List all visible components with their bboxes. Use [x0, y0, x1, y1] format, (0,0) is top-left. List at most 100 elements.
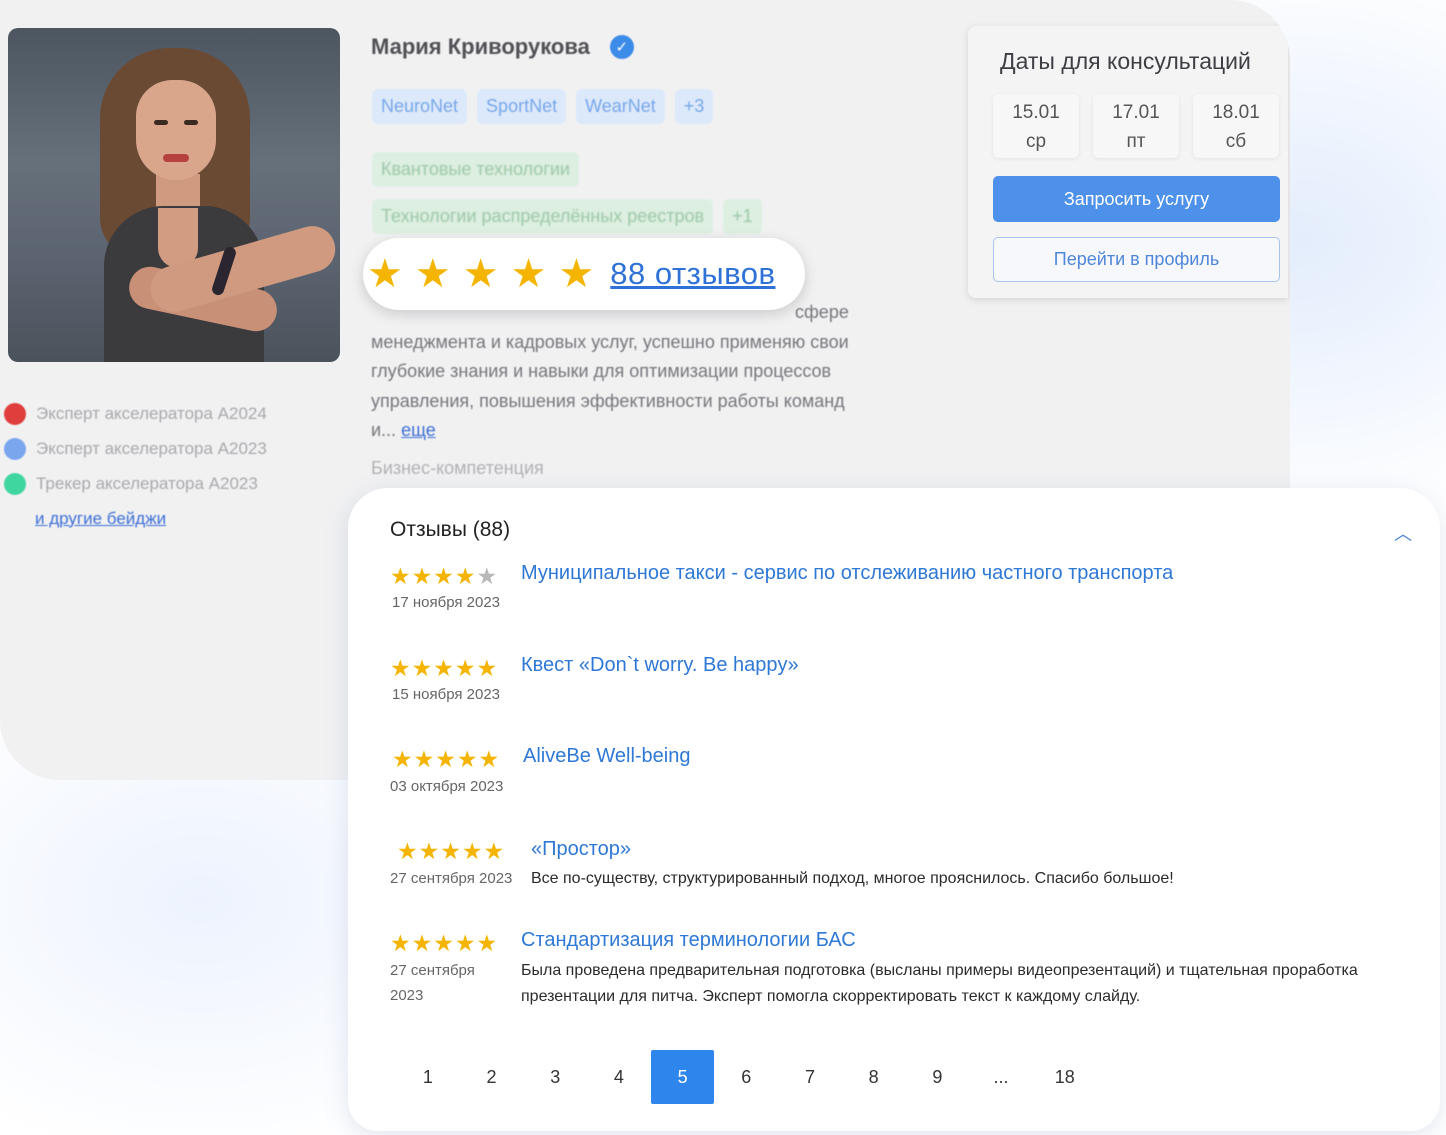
- star-filled-icon: ★: [390, 655, 411, 681]
- verified-icon: ✓: [609, 35, 634, 59]
- page-ellipsis: ...: [993, 1066, 1009, 1087]
- review-date: 15 ноября 2023: [392, 686, 501, 703]
- page-button[interactable]: 6: [714, 1050, 778, 1104]
- star-filled-icon: ★: [397, 838, 418, 864]
- star-filled-icon: ★: [476, 655, 498, 681]
- page-button[interactable]: 2: [460, 1050, 524, 1104]
- tag[interactable]: Квантовые технологии: [372, 152, 579, 187]
- expert-photo: [8, 28, 340, 362]
- page-button[interactable]: 8: [842, 1050, 906, 1104]
- star-filled-icon: ★: [411, 655, 433, 681]
- star-filled-icon: ★: [476, 930, 498, 956]
- description-more-link[interactable]: еще: [401, 420, 436, 440]
- tag[interactable]: SportNet: [477, 89, 567, 124]
- review-stars: ★ ★ ★ ★ ★: [390, 564, 497, 588]
- tag[interactable]: Технологии распределённых реестров: [372, 199, 714, 234]
- tags-blue: NeuroNet SportNet WearNet +3: [372, 89, 714, 124]
- star-filled-icon: ★: [461, 838, 483, 864]
- star-filled-icon: ★: [433, 655, 454, 681]
- review-stars: ★ ★ ★ ★ ★: [390, 656, 497, 680]
- tag-more[interactable]: +1: [723, 199, 762, 234]
- star-filled-icon: ★: [454, 655, 476, 681]
- review-date: 27 сентября 2023: [390, 870, 513, 887]
- description-line: менеджмента и кадровых услуг, успешно пр…: [371, 331, 849, 352]
- star-filled-icon: ★: [433, 930, 454, 956]
- review-title-link[interactable]: AliveBe Well-being: [523, 745, 691, 768]
- star-filled-icon: ★: [392, 746, 413, 772]
- reviews-title: Отзывы (88): [390, 518, 511, 541]
- go-to-profile-button[interactable]: Перейти в профиль: [993, 237, 1280, 282]
- review-date: 03 октября 2023: [390, 778, 504, 795]
- page-button[interactable]: 3: [523, 1050, 587, 1104]
- request-service-button[interactable]: Запросить услугу: [993, 176, 1280, 222]
- date-option[interactable]: 18.01 сб: [1193, 94, 1279, 158]
- star-filled-icon: ★: [390, 930, 411, 956]
- page-button[interactable]: 1: [396, 1050, 460, 1104]
- page-button[interactable]: 18: [1033, 1050, 1097, 1104]
- star-icon: ★: [558, 252, 595, 296]
- star-icon: ★: [510, 252, 547, 296]
- star-filled-icon: ★: [435, 746, 456, 772]
- rating-highlight: ★ ★ ★ ★ ★ 88 отзывов: [363, 238, 805, 310]
- pagination: 1 2 3 4 5 6 7 8 9 ... 18: [396, 1050, 1097, 1104]
- page-button[interactable]: 9: [906, 1050, 970, 1104]
- badge-dot-red: [4, 402, 26, 425]
- page-button[interactable]: 4: [587, 1050, 651, 1104]
- star-filled-icon: ★: [456, 746, 478, 772]
- date-value: 18.01: [1212, 102, 1260, 123]
- review-date-line: 2023: [390, 987, 424, 1004]
- review-stars: ★ ★ ★ ★ ★: [392, 747, 499, 771]
- review-date-line: 27 сентября: [390, 962, 475, 979]
- star-icon: ★: [367, 252, 403, 296]
- expert-name-row: Мария Криворукова ✓: [371, 34, 634, 60]
- reviews-panel: Отзывы (88) ︿ ★ ★ ★ ★ ★ Муниципальное такси …: [348, 488, 1440, 1131]
- badge-item: Эксперт акселератора А2023: [4, 431, 267, 466]
- star-empty-icon: ★: [476, 563, 498, 589]
- tags-green: Квантовые технологии Технологии распреде…: [372, 152, 762, 246]
- review-text-line: Была проведена предварительная подготовк…: [521, 962, 1358, 979]
- tag-more[interactable]: +3: [674, 89, 714, 124]
- review-title-link[interactable]: Стандартизация терминологии БАС: [521, 929, 856, 952]
- review-stars: ★ ★ ★ ★ ★: [397, 839, 504, 863]
- review-date: 27 сентября 2023: [390, 958, 475, 1008]
- star-filled-icon: ★: [454, 930, 476, 956]
- reviews-count-link[interactable]: 88 отзывов: [610, 256, 775, 292]
- star-filled-icon: ★: [418, 838, 440, 864]
- star-filled-icon: ★: [478, 746, 500, 772]
- more-badges-link[interactable]: и другие бейджи: [35, 509, 166, 529]
- review-title-link[interactable]: Муниципальное такси - сервис по отслежив…: [521, 562, 1173, 585]
- tag[interactable]: WearNet: [576, 89, 665, 124]
- date-day: сб: [1225, 131, 1247, 152]
- page-button-current[interactable]: 5: [650, 1050, 715, 1104]
- competence-label: Бизнес-компетенция: [371, 458, 544, 478]
- star-filled-icon: ★: [433, 563, 454, 589]
- date-options: 15.01 ср 17.01 пт 18.01 сб: [993, 94, 1279, 158]
- description-tail: и...: [371, 420, 397, 440]
- review-title-link[interactable]: «Простор»: [531, 838, 631, 861]
- expert-name: Мария Криворукова: [371, 34, 590, 59]
- dates-card: Даты для консультаций 15.01 ср 17.01 пт …: [968, 26, 1288, 298]
- star-filled-icon: ★: [390, 563, 411, 589]
- badge-label: Эксперт акселератора А2023: [36, 438, 267, 458]
- badge-item: Эксперт акселератора А2024: [4, 396, 267, 431]
- star-icon: ★: [414, 252, 451, 296]
- badge-dot-green: [4, 472, 26, 495]
- description-line: и... еще: [371, 416, 941, 446]
- badge-item: Трекер акселератора А2023: [4, 466, 267, 501]
- tag[interactable]: NeuroNet: [372, 89, 468, 124]
- expert-description: сфере менеджмента и кадровых услуг, успе…: [371, 298, 941, 446]
- star-filled-icon: ★: [411, 563, 433, 589]
- review-title-link[interactable]: Квест «Don`t worry. Be happy»: [521, 654, 799, 677]
- review-text-line: презентации для питча. Эксперт помогла с…: [521, 988, 1141, 1005]
- description-line: глубокие знания и навыки для оптимизации…: [371, 361, 832, 381]
- more-badges-row: и другие бейджи: [4, 501, 267, 536]
- star-filled-icon: ★: [440, 838, 461, 864]
- page-button[interactable]: 7: [778, 1050, 842, 1104]
- star-icon: ★: [462, 252, 499, 296]
- star-filled-icon: ★: [411, 930, 433, 956]
- badge-dot-blue: [4, 437, 26, 460]
- date-option[interactable]: 17.01 пт: [1093, 94, 1179, 158]
- review-date: 17 ноября 2023: [392, 594, 501, 611]
- collapse-chevron-icon[interactable]: ︿: [1394, 520, 1412, 546]
- date-option[interactable]: 15.01 ср: [993, 94, 1079, 158]
